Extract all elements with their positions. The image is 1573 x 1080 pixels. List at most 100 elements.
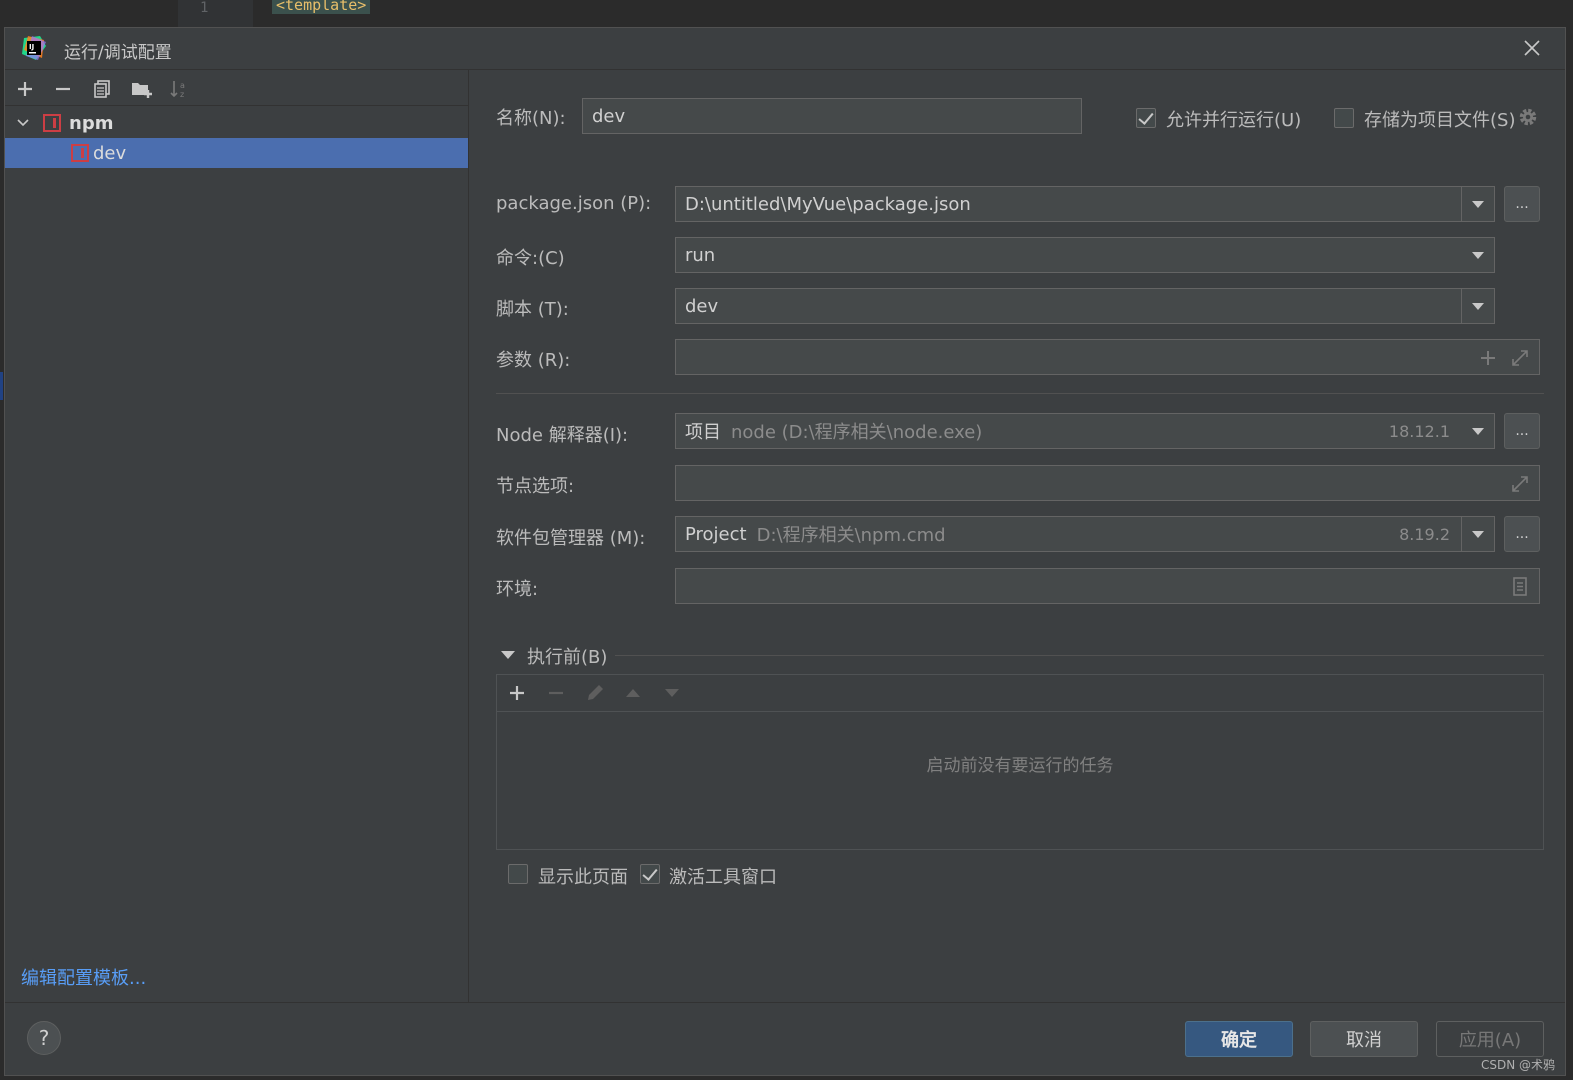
node-interpreter-combo[interactable]: 项目 node (D:\程序相关\node.exe) 18.12.1 <box>675 413 1495 449</box>
collapse-triangle-icon[interactable] <box>500 648 516 662</box>
package-json-label: package.json (P): <box>496 193 652 214</box>
package-manager-label: 软件包管理器 (M): <box>496 528 646 549</box>
tree-toolbar: az <box>5 70 468 106</box>
before-launch-label[interactable]: 执行前(B) <box>527 643 607 669</box>
env-input[interactable] <box>675 568 1540 604</box>
remove-task-button[interactable] <box>544 681 568 705</box>
apply-button[interactable]: 应用(A) <box>1436 1021 1544 1057</box>
chevron-down-icon <box>1472 200 1484 208</box>
node-interpreter-path: node (D:\程序相关\node.exe) <box>731 422 983 443</box>
sort-button[interactable]: az <box>168 77 192 101</box>
remove-icon <box>549 691 563 695</box>
before-launch-separator <box>615 655 1544 656</box>
copy-config-button[interactable] <box>90 77 114 101</box>
add-icon <box>18 82 32 96</box>
svg-text:z: z <box>180 90 184 99</box>
node-interpreter-label: Node 解释器(I): <box>496 425 629 446</box>
close-icon[interactable] <box>1521 37 1543 59</box>
show-page-checkbox[interactable] <box>508 864 528 884</box>
webstorm-app-icon: IJ <box>22 36 46 60</box>
add-task-button[interactable] <box>505 681 529 705</box>
node-options-label: 节点选项: <box>496 476 575 497</box>
browse-package-manager-button[interactable]: ... <box>1504 516 1540 552</box>
node-interpreter-dropdown[interactable] <box>1461 414 1494 448</box>
tree-item-dev[interactable]: dev <box>5 138 468 168</box>
script-dropdown[interactable] <box>1461 289 1494 323</box>
dialog-titlebar: IJ 运行/调试配置 <box>5 28 1565 70</box>
command-value: run <box>685 244 716 266</box>
dialog-title: 运行/调试配置 <box>64 43 172 63</box>
package-manager-combo[interactable]: Project D:\程序相关\npm.cmd 8.19.2 <box>675 516 1495 552</box>
expand-args-button[interactable] <box>1509 347 1531 369</box>
package-manager-prefix: Project <box>685 523 747 545</box>
config-tree-pane: az npm dev 编辑配置模板... <box>5 70 469 1002</box>
command-dropdown[interactable] <box>1461 238 1494 272</box>
edit-task-button[interactable] <box>583 681 607 705</box>
editor-gutter: 1 <box>178 0 253 30</box>
name-label: 名称(N): <box>496 108 566 129</box>
package-manager-version: 8.19.2 <box>1399 525 1450 544</box>
store-as-project-file-label: 存储为项目文件(S) <box>1364 110 1516 131</box>
config-form: 名称(N): dev 允许并行运行(U) 存储为项目文件(S) package.… <box>470 70 1565 1002</box>
add-arg-button[interactable] <box>1477 347 1499 369</box>
command-label: 命令:(C) <box>496 248 565 269</box>
env-label: 环境: <box>496 579 539 600</box>
add-config-button[interactable] <box>13 77 37 101</box>
chevron-down-icon[interactable] <box>15 115 31 131</box>
expand-node-options-button[interactable] <box>1509 473 1531 495</box>
chevron-down-icon <box>1471 251 1484 259</box>
edit-config-templates-link[interactable]: 编辑配置模板... <box>21 964 146 990</box>
script-label: 脚本 (T): <box>496 299 569 320</box>
svg-text:a: a <box>180 81 185 90</box>
package-manager-dropdown[interactable] <box>1461 517 1494 551</box>
browse-package-json-button[interactable]: ... <box>1504 186 1540 222</box>
watermark: CSDN @术鸦 <box>1480 1058 1555 1072</box>
script-combo[interactable]: dev <box>675 288 1495 324</box>
package-json-value: D:\untitled\MyVue\package.json <box>685 193 971 215</box>
chevron-down-icon <box>1472 302 1484 310</box>
npm-icon <box>43 114 61 132</box>
editor-edge-marker <box>0 372 3 400</box>
move-up-button[interactable] <box>621 681 645 705</box>
cancel-button[interactable]: 取消 <box>1310 1021 1418 1057</box>
add-icon <box>510 686 524 700</box>
package-manager-path: D:\程序相关\npm.cmd <box>756 525 946 546</box>
before-launch-empty-text: 启动前没有要运行的任务 <box>926 756 1114 776</box>
args-input[interactable] <box>675 339 1540 375</box>
ok-button[interactable]: 确定 <box>1185 1021 1293 1057</box>
show-page-label: 显示此页面 <box>538 867 628 888</box>
script-value: dev <box>685 295 719 317</box>
node-options-input[interactable] <box>675 465 1540 501</box>
remove-config-button[interactable] <box>51 77 75 101</box>
editor-code-line: <template> <box>272 0 371 14</box>
gear-icon[interactable] <box>1517 106 1539 128</box>
allow-parallel-checkbox[interactable] <box>1136 108 1156 128</box>
package-json-dropdown[interactable] <box>1461 187 1494 221</box>
npm-icon <box>71 144 89 162</box>
arrow-down-icon <box>665 689 679 697</box>
node-version: 18.12.1 <box>1388 422 1450 441</box>
node-interpreter-prefix: 项目 <box>685 422 721 443</box>
edit-env-button[interactable] <box>1509 576 1531 598</box>
activate-tool-window-checkbox[interactable] <box>640 864 660 884</box>
command-combo[interactable]: run <box>675 237 1495 273</box>
help-button[interactable]: ? <box>27 1021 61 1055</box>
package-json-combo[interactable]: D:\untitled\MyVue\package.json <box>675 186 1495 222</box>
run-debug-config-dialog: IJ 运行/调试配置 az npm dev 编辑配置模板... 名称(N): d… <box>4 27 1566 1076</box>
move-down-button[interactable] <box>660 681 684 705</box>
remove-icon <box>56 87 70 91</box>
store-as-project-file-checkbox[interactable] <box>1334 108 1354 128</box>
pencil-icon <box>588 685 603 700</box>
name-value: dev <box>592 105 626 127</box>
browse-node-button[interactable]: ... <box>1504 413 1540 449</box>
new-folder-button[interactable] <box>130 77 154 101</box>
plus-icon <box>1481 351 1495 365</box>
tree-item-npm[interactable]: npm <box>5 108 468 138</box>
tree-item-label: npm <box>69 112 114 134</box>
chevron-down-icon <box>1471 427 1484 435</box>
sort-icon: az <box>170 81 185 99</box>
chevron-down-icon <box>1472 530 1484 538</box>
section-separator <box>496 393 1544 394</box>
name-input[interactable]: dev <box>582 98 1082 134</box>
line-number: 1 <box>200 0 209 16</box>
